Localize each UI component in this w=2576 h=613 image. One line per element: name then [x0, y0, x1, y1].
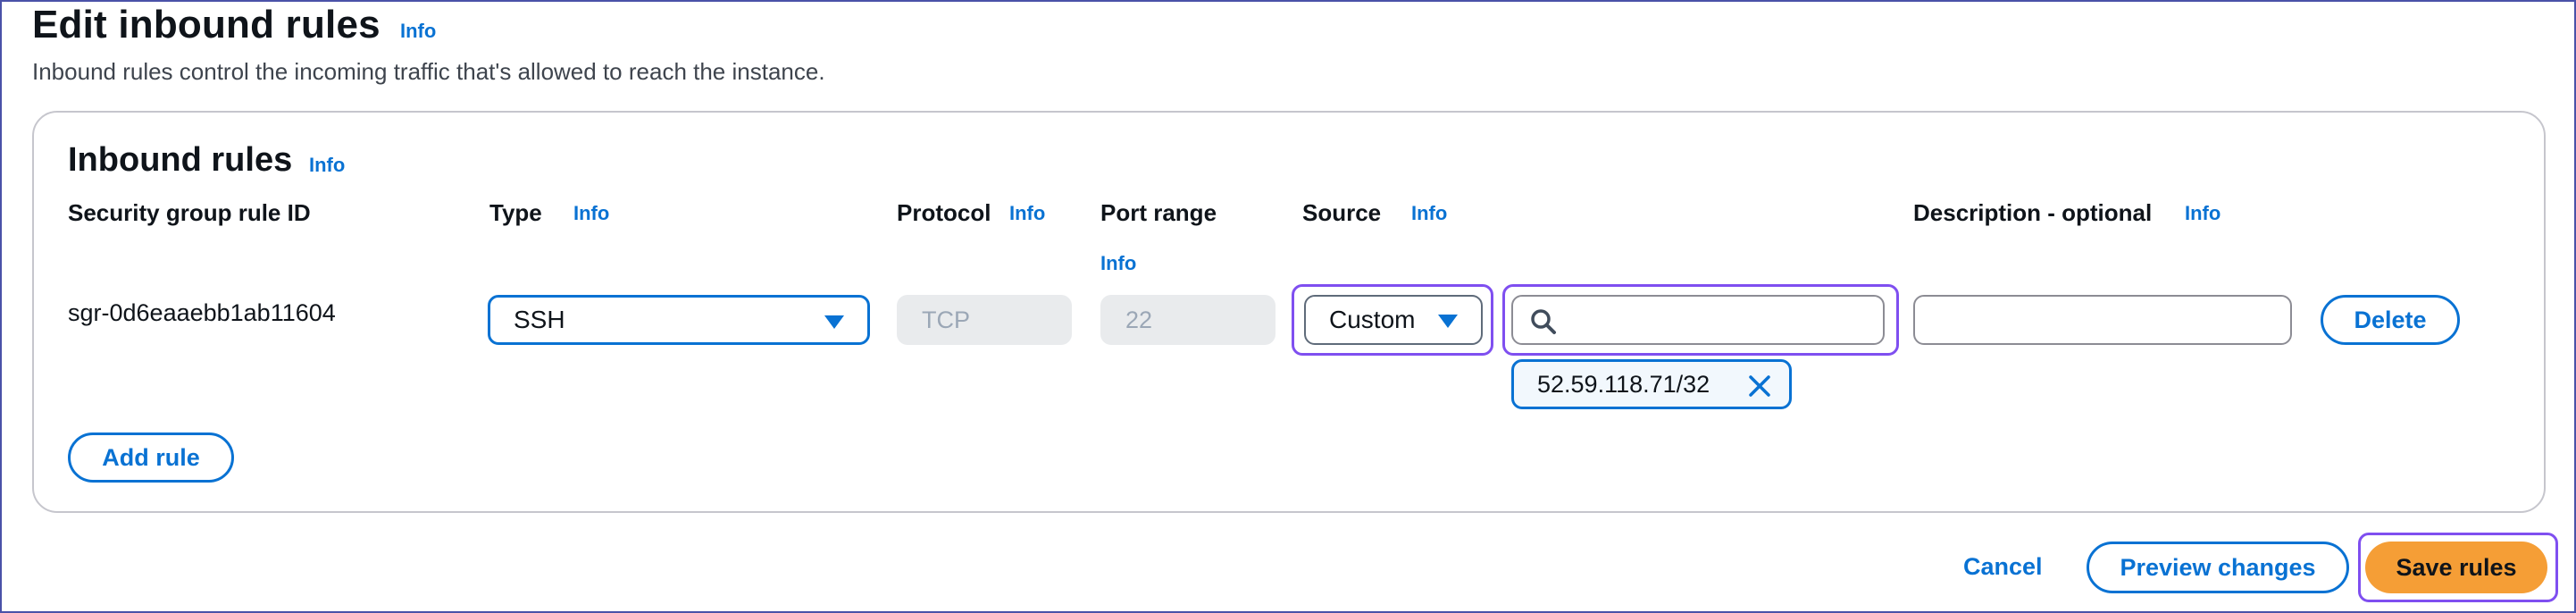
cancel-button[interactable]: Cancel	[1963, 552, 2043, 581]
column-header-description: Description - optional	[1913, 199, 2153, 226]
column-header-type: Type	[489, 199, 542, 226]
column-header-protocol: Protocol	[897, 199, 991, 226]
type-info-link[interactable]: Info	[573, 202, 609, 225]
search-icon	[1531, 309, 1556, 334]
type-select-value: SSH	[514, 306, 565, 333]
source-search-input[interactable]	[1568, 302, 1872, 338]
add-rule-button[interactable]: Add rule	[68, 432, 234, 483]
protocol-info-link[interactable]: Info	[1009, 202, 1045, 225]
close-icon[interactable]	[1746, 373, 1773, 399]
column-header-rule-id: Security group rule ID	[68, 199, 311, 226]
source-token-label: 52.59.118.71/32	[1537, 370, 1710, 398]
source-type-select[interactable]: Custom	[1304, 295, 1483, 345]
edit-inbound-rules-page: Edit inbound rules Info Inbound rules co…	[0, 0, 2576, 613]
save-rules-button[interactable]: Save rules	[2365, 542, 2547, 593]
source-info-link[interactable]: Info	[1411, 202, 1447, 225]
column-header-source: Source	[1302, 199, 1382, 226]
source-token: 52.59.118.71/32	[1511, 359, 1792, 409]
delete-rule-button[interactable]: Delete	[2321, 295, 2460, 345]
source-search-field[interactable]	[1511, 295, 1885, 345]
type-select[interactable]: SSH	[488, 295, 870, 345]
port-range-info-link[interactable]: Info	[1100, 252, 1136, 275]
source-type-value: Custom	[1329, 306, 1416, 333]
page-description: Inbound rules control the incoming traff…	[32, 58, 825, 85]
protocol-field: TCP	[897, 295, 1072, 345]
security-group-rule-id: sgr-0d6eaaebb1ab11604	[68, 299, 336, 326]
description-field[interactable]	[1913, 295, 2292, 345]
caret-down-icon	[1438, 315, 1458, 328]
port-range-field: 22	[1100, 295, 1275, 345]
description-info-link[interactable]: Info	[2185, 202, 2221, 225]
page-title: Edit inbound rules	[32, 3, 381, 46]
description-input[interactable]	[1931, 304, 2278, 338]
panel-title: Inbound rules	[68, 141, 293, 179]
column-header-port-range: Port range	[1100, 199, 1217, 226]
page-title-info-link[interactable]: Info	[400, 20, 436, 43]
preview-changes-button[interactable]: Preview changes	[2087, 542, 2349, 593]
panel-title-info-link[interactable]: Info	[309, 154, 345, 177]
caret-down-icon	[824, 315, 844, 329]
